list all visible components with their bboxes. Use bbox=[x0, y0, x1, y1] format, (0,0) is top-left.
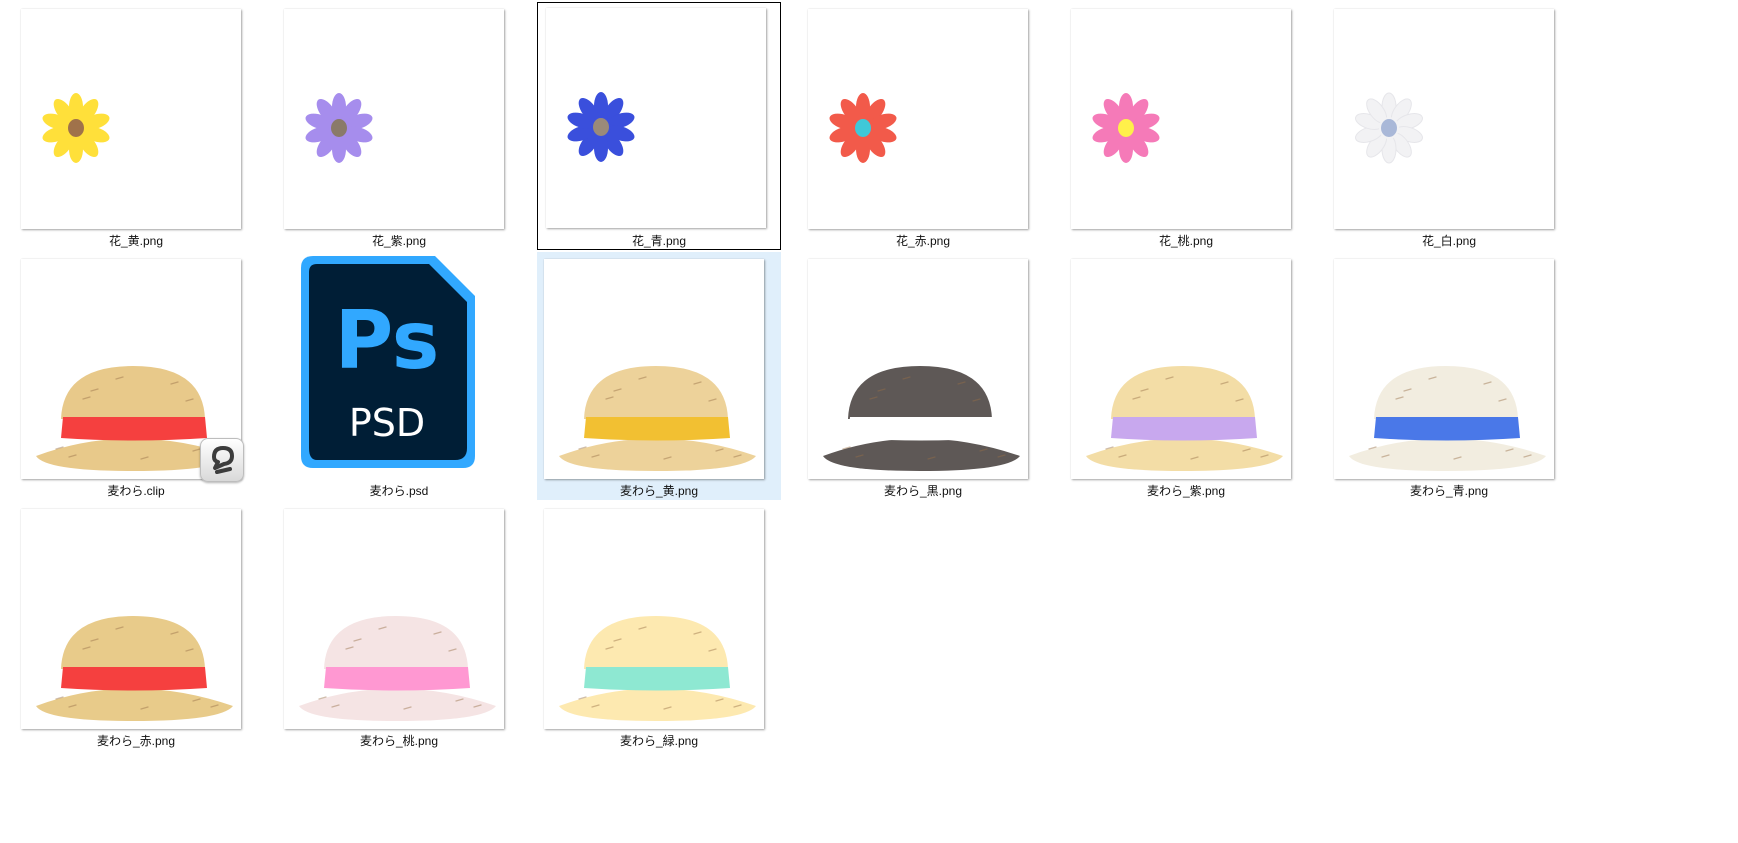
file-item[interactable]: 麦わら_桃.png bbox=[277, 502, 521, 750]
file-item[interactable]: 花_白.png bbox=[1327, 2, 1571, 250]
file-name-label: 麦わら_緑.png bbox=[619, 734, 699, 748]
file-name-label: 麦わら_黒.png bbox=[883, 484, 963, 498]
flower-icon bbox=[829, 93, 897, 163]
file-item[interactable]: 花_桃.png bbox=[1064, 2, 1308, 250]
straw-hat-icon bbox=[1349, 366, 1546, 471]
file-name-label: 麦わら_桃.png bbox=[359, 734, 439, 748]
file-name-label: 花_紫.png bbox=[371, 234, 427, 248]
straw-hat-icon bbox=[559, 616, 756, 721]
file-item[interactable]: 麦わら_緑.png bbox=[537, 502, 781, 750]
file-thumbnail[interactable] bbox=[21, 509, 241, 729]
file-item[interactable]: 花_赤.png bbox=[801, 2, 1045, 250]
flower-icon bbox=[567, 92, 635, 162]
file-thumbnail[interactable] bbox=[1334, 259, 1554, 479]
flower-icon bbox=[1355, 92, 1423, 164]
file-name-label: 麦わら_黄.png bbox=[619, 484, 699, 498]
file-name-label: 花_赤.png bbox=[895, 234, 951, 248]
flower-icon bbox=[1092, 93, 1160, 163]
straw-hat-icon bbox=[299, 616, 496, 721]
file-item[interactable]: 麦わら_黄.png bbox=[537, 252, 781, 500]
file-thumbnail[interactable] bbox=[1071, 259, 1291, 479]
file-name-label: 花_桃.png bbox=[1158, 234, 1214, 248]
photoshop-file-icon: Ps PSD bbox=[301, 256, 475, 468]
file-thumbnail[interactable] bbox=[544, 259, 764, 479]
file-name-label: 花_白.png bbox=[1421, 234, 1477, 248]
straw-hat-icon bbox=[1086, 366, 1283, 471]
file-thumbnail[interactable] bbox=[284, 509, 504, 729]
file-item[interactable]: 麦わら_赤.png bbox=[14, 502, 258, 750]
file-thumbnail[interactable] bbox=[284, 9, 504, 229]
flower-icon bbox=[42, 93, 110, 163]
file-name-label: 麦わら_紫.png bbox=[1146, 484, 1226, 498]
ps-logo-text: Ps bbox=[335, 294, 440, 387]
file-name-label: 花_青.png bbox=[631, 234, 687, 248]
file-thumbnail[interactable] bbox=[808, 9, 1028, 229]
file-thumbnail[interactable] bbox=[808, 259, 1028, 479]
file-item[interactable]: 麦わら_紫.png bbox=[1064, 252, 1308, 500]
file-item[interactable]: 花_紫.png bbox=[277, 2, 521, 250]
file-name-label: 麦わら.clip bbox=[107, 484, 165, 498]
file-thumbnail[interactable] bbox=[544, 509, 764, 729]
file-name-label: 麦わら.psd bbox=[369, 484, 429, 498]
file-thumbnail[interactable] bbox=[21, 9, 241, 229]
file-item[interactable]: 麦わら_黒.png bbox=[801, 252, 1045, 500]
file-thumbnail[interactable] bbox=[1071, 9, 1291, 229]
file-item[interactable]: 花_青.png bbox=[537, 2, 781, 250]
file-thumbnail[interactable] bbox=[546, 8, 766, 228]
file-item[interactable]: Ps PSD 麦わら.psd bbox=[277, 252, 521, 500]
straw-hat-icon bbox=[559, 366, 756, 471]
file-thumbnail[interactable] bbox=[1334, 9, 1554, 229]
file-name-label: 麦わら_青.png bbox=[1409, 484, 1489, 498]
file-item[interactable]: 麦わら_青.png bbox=[1327, 252, 1571, 500]
flower-icon bbox=[305, 93, 373, 163]
clip-studio-icon bbox=[200, 438, 244, 482]
psd-text: PSD bbox=[349, 401, 425, 445]
file-item[interactable]: 麦わら.clip bbox=[14, 252, 258, 500]
straw-hat-icon bbox=[823, 366, 1020, 471]
file-item[interactable]: 花_黄.png bbox=[14, 2, 258, 250]
file-name-label: 麦わら_赤.png bbox=[96, 734, 176, 748]
file-name-label: 花_黄.png bbox=[108, 234, 164, 248]
straw-hat-icon bbox=[36, 616, 233, 721]
